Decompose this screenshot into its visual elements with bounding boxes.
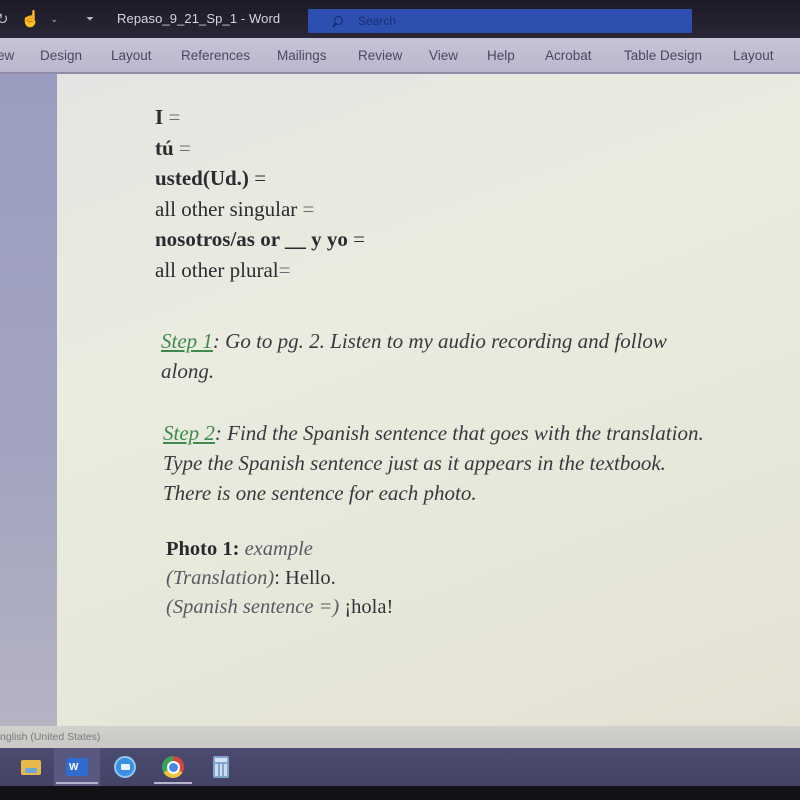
step-2-line: Type the Spanish sentence just as it app… — [163, 451, 666, 475]
title-bar: ↻ ☝ ⌄ ⏷ Repaso_9_21_Sp_1 - Word — [0, 0, 800, 38]
tab-review-partial[interactable]: ew — [0, 48, 14, 63]
status-bar: nglish (United States) — [0, 726, 800, 748]
tab-table-layout[interactable]: Layout — [733, 48, 774, 63]
touch-mode-icon[interactable]: ☝ — [21, 9, 41, 29]
pronoun-term: all other plural — [155, 257, 279, 282]
taskbar-file-explorer[interactable] — [8, 748, 54, 786]
pronoun-line: I = — [155, 102, 365, 133]
equals-sign: = — [163, 105, 181, 129]
translation-label: (Translation) — [166, 567, 275, 589]
taskbar-word[interactable]: W — [54, 748, 100, 786]
pronoun-term: I — [155, 105, 164, 129]
photo-1-example-text: example — [239, 538, 313, 560]
tab-table-design[interactable]: Table Design — [624, 48, 702, 63]
step-1-line: along. — [161, 359, 215, 383]
search-box[interactable] — [308, 9, 692, 33]
step-2-text: : Find the Spanish sentence that goes wi… — [214, 421, 704, 445]
redo-icon[interactable]: ↻ — [0, 10, 9, 28]
pronoun-line: nosotros/as or __ y yo = — [155, 224, 365, 255]
step-2-instructions: Step 2: Find the Spanish sentence that g… — [163, 418, 704, 508]
folder-icon — [21, 759, 41, 775]
taskbar: W — [0, 748, 800, 786]
pronoun-line: all other plural= — [155, 255, 365, 286]
chevron-down-icon[interactable]: ⌄ — [51, 14, 59, 25]
taskbar-zoom[interactable] — [102, 748, 148, 786]
search-input[interactable] — [356, 13, 560, 29]
ribbon-tabs: ew Design Layout References Mailings Rev… — [0, 38, 800, 74]
pronoun-list: I = tú = usted(Ud.) = all other singular… — [155, 102, 365, 285]
equals-sign: = — [248, 166, 267, 190]
step-1-line: Step 1: Go to pg. 2. Listen to my audio … — [161, 326, 667, 356]
language-indicator[interactable]: nglish (United States) — [0, 731, 100, 743]
customize-qat-icon[interactable]: ⏷ — [86, 14, 94, 25]
quick-access-toolbar: ↻ ☝ ⌄ ⏷ — [0, 8, 94, 30]
window-title: Repaso_9_21_Sp_1 - Word — [117, 11, 280, 26]
tab-acrobat[interactable]: Acrobat — [545, 48, 592, 63]
document-page[interactable]: I = tú = usted(Ud.) = all other singular… — [57, 74, 800, 729]
tab-view[interactable]: View — [429, 48, 458, 63]
active-indicator — [56, 782, 98, 784]
calculator-icon — [213, 756, 229, 778]
tab-layout[interactable]: Layout — [111, 48, 152, 63]
photo-1-heading: Photo 1: example — [166, 535, 393, 564]
equals-sign: = — [173, 135, 191, 160]
app-name: Word — [249, 11, 281, 26]
step-2-line: There is one sentence for each photo. — [163, 481, 477, 505]
monitor-bezel — [0, 786, 800, 800]
tab-mailings[interactable]: Mailings — [277, 48, 327, 63]
photo-1-example: Photo 1: example (Translation): Hello. (… — [166, 535, 393, 622]
equals-sign: = — [347, 227, 366, 251]
translation-line: (Translation): Hello. — [166, 564, 393, 593]
step-1-link[interactable]: Step 1 — [161, 329, 213, 353]
taskbar-chrome[interactable] — [150, 748, 196, 786]
step-1-instructions: Step 1: Go to pg. 2. Listen to my audio … — [161, 326, 667, 386]
pronoun-term: all other singular — [155, 196, 298, 221]
translation-value: : Hello. — [274, 567, 336, 589]
document-name: Repaso_9_21_Sp_1 — [117, 11, 238, 26]
zoom-icon — [114, 756, 136, 778]
tab-design[interactable]: Design — [40, 48, 82, 63]
spanish-sentence-label: (Spanish sentence =) — [166, 596, 340, 618]
spanish-sentence-value: ¡hola! — [339, 596, 394, 618]
spanish-sentence-line: (Spanish sentence =) ¡hola! — [166, 593, 393, 622]
pronoun-line: usted(Ud.) = — [155, 163, 365, 194]
word-icon: W — [66, 758, 88, 776]
tab-references[interactable]: References — [181, 48, 250, 63]
pronoun-line: tú = — [155, 133, 365, 164]
screen: ↻ ☝ ⌄ ⏷ Repaso_9_21_Sp_1 - Word ew Desig… — [0, 0, 800, 800]
running-indicator — [154, 782, 192, 784]
left-gutter — [0, 74, 57, 729]
chrome-icon — [162, 756, 184, 778]
pronoun-term: tú — [155, 135, 174, 160]
pronoun-term: nosotros/as or __ y yo — [155, 227, 348, 251]
step-1-text: : Go to pg. 2. Listen to my audio record… — [212, 329, 667, 353]
pronoun-term: usted(Ud.) — [155, 166, 249, 190]
step-2-line: Step 2: Find the Spanish sentence that g… — [163, 418, 704, 448]
step-2-link[interactable]: Step 2 — [163, 421, 215, 445]
equals-sign: = — [278, 257, 291, 282]
pronoun-line: all other singular = — [155, 194, 365, 225]
taskbar-calculator[interactable] — [198, 748, 244, 786]
search-icon — [332, 16, 343, 26]
document-workspace: I = tú = usted(Ud.) = all other singular… — [0, 74, 800, 729]
tab-review[interactable]: Review — [358, 48, 402, 63]
title-separator: - — [237, 11, 250, 26]
photo-1-label: Photo 1: — [166, 538, 240, 560]
tab-help[interactable]: Help — [487, 48, 515, 63]
equals-sign: = — [297, 196, 315, 221]
